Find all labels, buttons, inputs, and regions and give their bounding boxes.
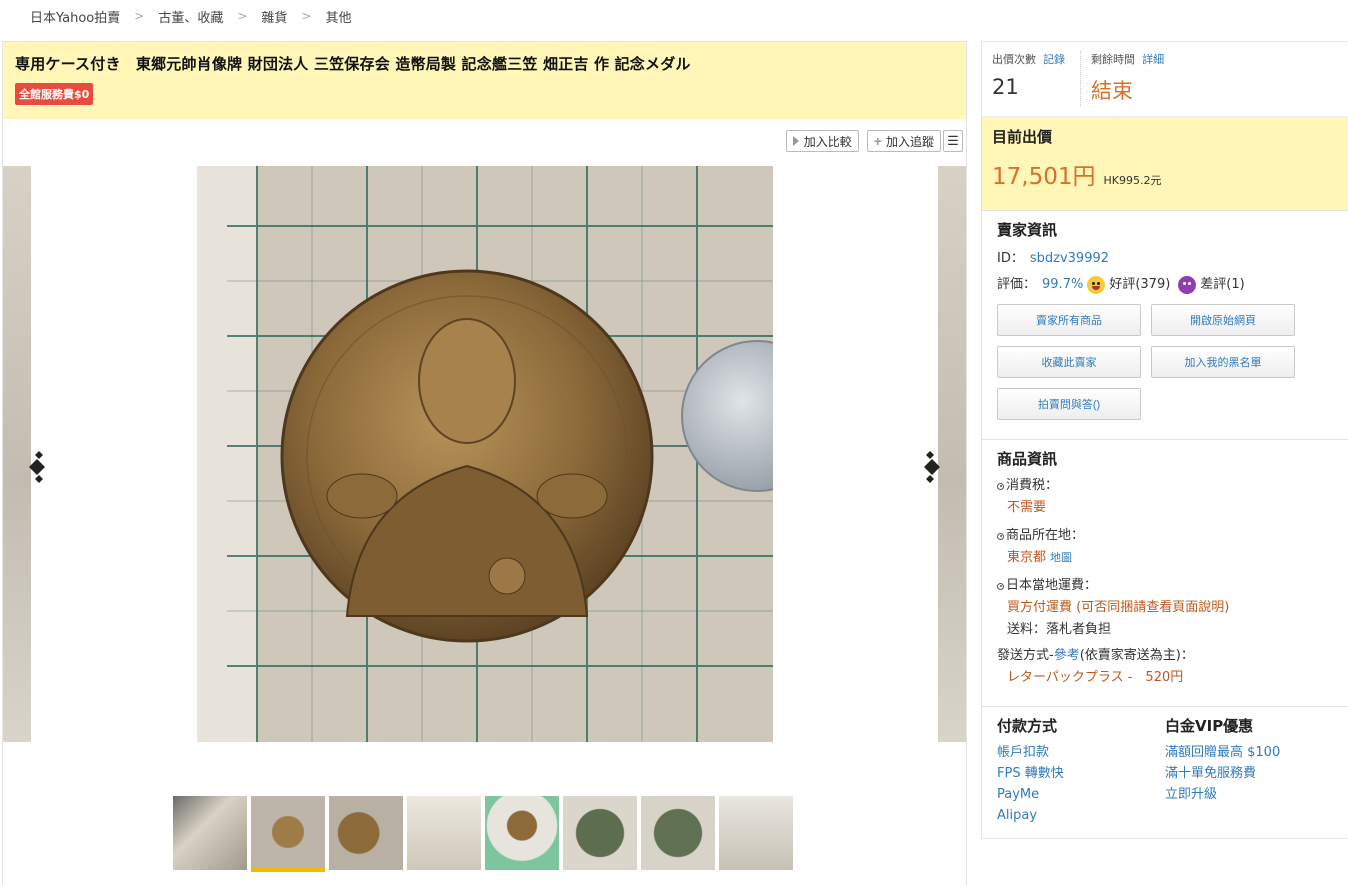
breadcrumb: 日本Yahoo拍賣 > 古董、收藏 > 雜貨 > 其他 [30, 6, 352, 26]
shipping-value: 買方付運費 (可否同捆請查看頁面說明) [1007, 600, 1230, 615]
product-info-section: 商品資訊 消費税： 不需要 商品所在地： 東京都 地圖 日本當地運費： 買方付運費… [982, 439, 1348, 706]
add-compare-label: 加入比較 [803, 134, 852, 149]
tax-label: 消費税： [1006, 478, 1059, 493]
add-track-label: 加入追蹤 [885, 134, 934, 149]
auction-ended-status: 結束 [1091, 79, 1133, 103]
location-label: 商品所在地： [1006, 528, 1085, 543]
open-original-page-button[interactable]: 開啟原始網頁 [1151, 304, 1295, 336]
payment-payme-link[interactable]: PayMe [997, 784, 1165, 805]
bad-rating-icon [1178, 276, 1197, 294]
thumbnail-strip [173, 796, 793, 872]
method-value: レターパックプラス - 520円 [1007, 670, 1184, 685]
thumbnail-4[interactable] [407, 796, 481, 870]
shipping-label: 日本當地運費： [1006, 578, 1098, 593]
good-rating-count: 好評(379) [1109, 277, 1171, 292]
chevron-right-icon: > [237, 9, 248, 23]
product-info-heading: 商品資訊 [997, 450, 1058, 468]
breadcrumb-misc[interactable]: 雜貨 [261, 7, 287, 26]
bullet-icon [997, 482, 1004, 490]
current-price-label: 目前出價 [992, 128, 1053, 146]
seller-all-items-button[interactable]: 賣家所有商品 [997, 304, 1141, 336]
previous-arrow-icon[interactable] [25, 447, 49, 487]
thumbnail-3[interactable] [329, 796, 403, 870]
location-value: 東京都 [1007, 550, 1047, 565]
thumbnail-7[interactable] [641, 796, 715, 870]
method-suffix: (依賣家寄送為主)： [1079, 648, 1194, 663]
rating-label: 評価： [997, 277, 1037, 292]
main-product-image[interactable] [197, 166, 773, 742]
shipping-sub: 送料：落札者負担 [1007, 622, 1112, 637]
menu-icon: ☰ [947, 133, 959, 148]
payment-section: 付款方式 帳戶扣款 FPS 轉數快 PayMe Alipay 白金VIP優惠 滿… [982, 706, 1348, 834]
payment-bank-link[interactable]: 帳戶扣款 [997, 742, 1165, 763]
good-rating-icon [1087, 276, 1106, 294]
vip-offers: 白金VIP優惠 滿額回贈最高 $100 滿十單免服務費 立即升級 [1165, 715, 1333, 826]
auction-qa-button[interactable]: 拍賣問與答() [997, 388, 1141, 420]
add-track-button[interactable]: + 加入追蹤 [866, 130, 941, 152]
item-toolbar: 加入比較 + 加入追蹤 ☰ [785, 130, 963, 152]
rating-value: 99.7% [1042, 277, 1084, 292]
breadcrumb-other[interactable]: 其他 [325, 7, 351, 26]
bullet-icon [997, 532, 1004, 540]
favorite-seller-button[interactable]: 收藏此賣家 [997, 346, 1141, 378]
next-arrow-icon[interactable] [920, 447, 944, 487]
thumbnail-6[interactable] [563, 796, 637, 870]
item-title: 専用ケース付き 東郷元帥肖像牌 財団法人 三笠保存会 造幣局製 記念艦三笠 畑正… [15, 55, 691, 73]
chevron-right-icon: > [301, 9, 312, 23]
seller-id-label: ID： [997, 251, 1024, 266]
thumbnail-1[interactable] [173, 796, 247, 870]
bid-history-link[interactable]: 記錄 [1043, 53, 1065, 66]
bid-status: 出價次數 記錄 21 剩餘時間 詳細 結束 [982, 42, 1348, 116]
vip-heading: 白金VIP優惠 [1165, 717, 1254, 735]
bid-count-block: 出價次數 記錄 21 [992, 51, 1080, 107]
payment-heading: 付款方式 [997, 717, 1058, 735]
add-blacklist-button[interactable]: 加入我的黑名單 [1151, 346, 1295, 378]
payment-methods: 付款方式 帳戶扣款 FPS 轉數快 PayMe Alipay [997, 715, 1165, 826]
chevron-right-icon: > [134, 9, 145, 23]
add-compare-button[interactable]: 加入比較 [785, 130, 859, 152]
map-link[interactable]: 地圖 [1050, 551, 1072, 564]
menu-button[interactable]: ☰ [943, 130, 963, 152]
thumbnail-2[interactable] [251, 796, 325, 872]
seller-id-link[interactable]: sbdzv39992 [1030, 246, 1109, 272]
service-fee-badge: 全館服務費$0 [15, 83, 94, 105]
bid-count-label: 出價次數 [992, 53, 1036, 66]
time-left-block: 剩餘時間 詳細 結束 [1080, 51, 1200, 107]
seller-info-section: 賣家資訊 ID： sbdzv39992 評価： 99.7% 好評(379) 差評… [982, 210, 1348, 439]
time-left-label: 剩餘時間 [1091, 53, 1135, 66]
seller-actions: 賣家所有商品 開啟原始網頁 收藏此賣家 加入我的黑名單 拍賣問與答() [997, 304, 1333, 420]
method-reference-link[interactable]: 參考 [1054, 645, 1080, 667]
item-main-panel: 専用ケース付き 東郷元帥肖像牌 財団法人 三笠保存会 造幣局製 記念艦三笠 畑正… [2, 41, 967, 885]
bad-rating-count: 差評(1) [1200, 277, 1245, 292]
medal-photo [197, 166, 773, 742]
tax-value: 不需要 [1007, 500, 1047, 515]
price-hkd: HK995.2元 [1103, 174, 1162, 187]
thumbnail-8[interactable] [719, 796, 793, 870]
title-box: 専用ケース付き 東郷元帥肖像牌 財団法人 三笠保存会 造幣局製 記念艦三笠 畑正… [3, 42, 966, 119]
thumbnail-5[interactable] [485, 796, 559, 870]
breadcrumb-antiques[interactable]: 古董、收藏 [158, 7, 223, 26]
current-price-value: 17,501円 [992, 164, 1096, 190]
auction-side-panel: 出價次數 記錄 21 剩餘時間 詳細 結束 目前出價 17,501円 HK995… [981, 41, 1348, 839]
time-detail-link[interactable]: 詳細 [1142, 53, 1164, 66]
bid-count-value: 21 [992, 75, 1019, 99]
plus-icon: + [873, 133, 882, 149]
vip-cashback-link[interactable]: 滿額回贈最高 $100 [1165, 742, 1333, 763]
seller-info-heading: 賣家資訊 [997, 221, 1058, 239]
current-price-box: 目前出價 17,501円 HK995.2元 [982, 116, 1348, 210]
payment-fps-link[interactable]: FPS 轉數快 [997, 763, 1165, 784]
breadcrumb-home[interactable]: 日本Yahoo拍賣 [30, 7, 120, 26]
vip-upgrade-link[interactable]: 立即升級 [1165, 784, 1333, 805]
vip-fee-waiver-link[interactable]: 滿十單免服務費 [1165, 763, 1333, 784]
payment-alipay-link[interactable]: Alipay [997, 805, 1165, 826]
method-prefix: 發送方式- [997, 648, 1054, 663]
play-icon [792, 136, 799, 146]
bullet-icon [997, 582, 1004, 590]
